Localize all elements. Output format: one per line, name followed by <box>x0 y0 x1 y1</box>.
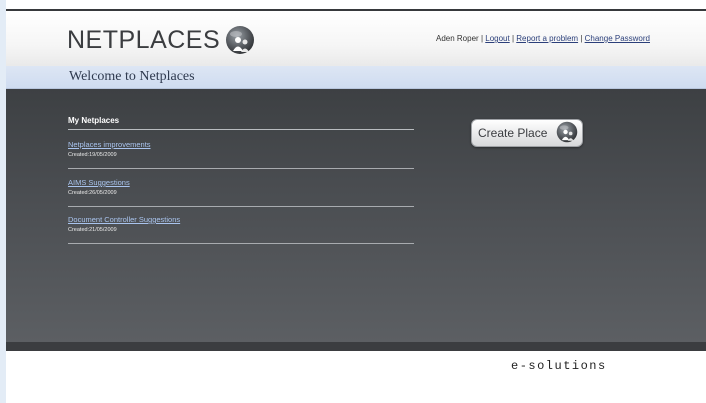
header: NETPLACES Aden Roper | Logout | Report a… <box>6 9 706 68</box>
footer-brand: e-solutions <box>511 359 607 373</box>
place-created-date: Created:21/05/2009 <box>68 227 117 233</box>
divider <box>68 129 414 130</box>
user-bar: Aden Roper | Logout | Report a problem |… <box>436 34 650 43</box>
main-panel: My Netplaces Netplaces improvements Crea… <box>6 89 706 342</box>
separator: | <box>511 34 515 43</box>
list-item: Netplaces improvements Created:19/05/200… <box>68 140 414 169</box>
create-place-label: Create Place <box>478 126 548 140</box>
place-created-date: Created:19/05/2009 <box>68 152 117 158</box>
globe-people-icon <box>556 121 578 143</box>
globe-people-icon <box>226 26 255 54</box>
place-link[interactable]: Netplaces improvements <box>68 140 414 149</box>
place-link[interactable]: AIMS Suggestions <box>68 178 414 187</box>
page-title: Welcome to Netplaces <box>69 69 195 84</box>
logo-text: NETPLACES <box>67 25 221 54</box>
logo[interactable]: NETPLACES <box>67 22 255 58</box>
list-item: Document Controller Suggestions Created:… <box>68 215 414 244</box>
welcome-bar: Welcome to Netplaces <box>6 66 706 89</box>
divider <box>68 168 414 169</box>
report-problem-link[interactable]: Report a problem <box>516 34 578 43</box>
place-link[interactable]: Document Controller Suggestions <box>68 215 414 224</box>
logout-link[interactable]: Logout <box>485 34 509 43</box>
page: NETPLACES Aden Roper | Logout | Report a… <box>6 0 706 403</box>
separator: | <box>480 34 484 43</box>
separator: | <box>580 34 583 43</box>
place-created-date: Created:26/05/2009 <box>68 190 117 196</box>
my-netplaces-heading: My Netplaces <box>68 116 120 125</box>
user-name: Aden Roper <box>436 34 479 43</box>
create-place-button[interactable]: Create Place <box>471 119 583 147</box>
bottom-band <box>6 342 706 351</box>
list-item: AIMS Suggestions Created:26/05/2009 <box>68 178 414 207</box>
divider <box>68 206 414 207</box>
change-password-link[interactable]: Change Password <box>585 34 650 43</box>
divider <box>68 243 414 244</box>
